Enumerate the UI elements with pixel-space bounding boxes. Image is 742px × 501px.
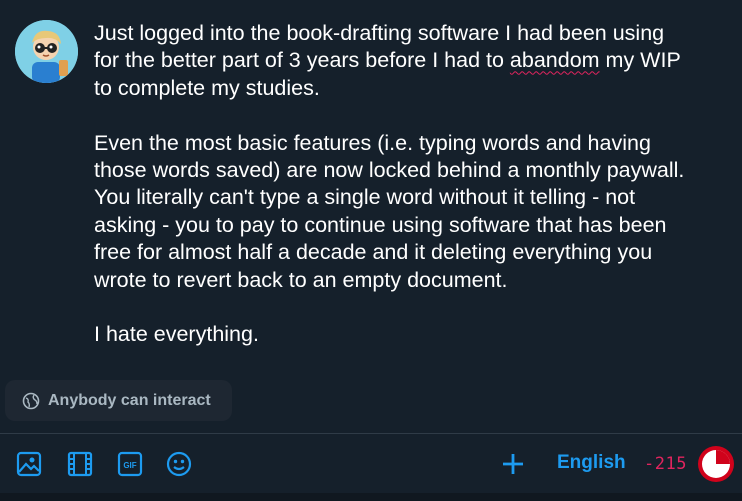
- compose-line: wrote to revert back to an empty documen…: [94, 267, 508, 292]
- compose-line: to complete my studies.: [94, 75, 320, 100]
- compose-line: free for almost half a decade and it del…: [94, 240, 653, 265]
- compose-line: Just logged into the book-drafting softw…: [94, 21, 665, 45]
- toolbar-divider: [0, 433, 742, 434]
- misspelled-word[interactable]: abandom: [510, 48, 600, 72]
- video-icon[interactable]: [67, 451, 93, 477]
- reply-setting-label: Anybody can interact: [48, 391, 211, 409]
- avatar-illustration: [15, 20, 78, 83]
- gif-icon[interactable]: GIF: [117, 451, 143, 477]
- compose-line: Even the most basic features (i.e. typin…: [94, 130, 651, 155]
- character-counter: -215: [644, 454, 687, 474]
- language-selector[interactable]: English: [557, 452, 626, 474]
- gif-icon-text: GIF: [123, 461, 136, 470]
- compose-line: You literally can't type a single word w…: [94, 185, 636, 210]
- globe-icon: [22, 392, 40, 409]
- plus-icon[interactable]: [500, 451, 526, 477]
- avatar: [15, 20, 78, 83]
- compose-line: I hate everything.: [94, 322, 259, 347]
- compose-line: for the better part of 3 years before I …: [94, 48, 510, 73]
- compose-line: those words saved) are now locked behind…: [94, 158, 685, 183]
- reply-setting-button[interactable]: Anybody can interact: [5, 380, 232, 421]
- bottom-edge: [0, 493, 742, 501]
- compose-line: my WIP: [599, 48, 681, 73]
- compose-textarea[interactable]: Just logged into the book-drafting softw…: [94, 20, 724, 349]
- emoji-icon[interactable]: [166, 451, 192, 477]
- character-limit-ring: [698, 446, 734, 482]
- compose-line: asking - you to pay to continue using so…: [94, 212, 667, 237]
- image-icon[interactable]: [16, 451, 42, 477]
